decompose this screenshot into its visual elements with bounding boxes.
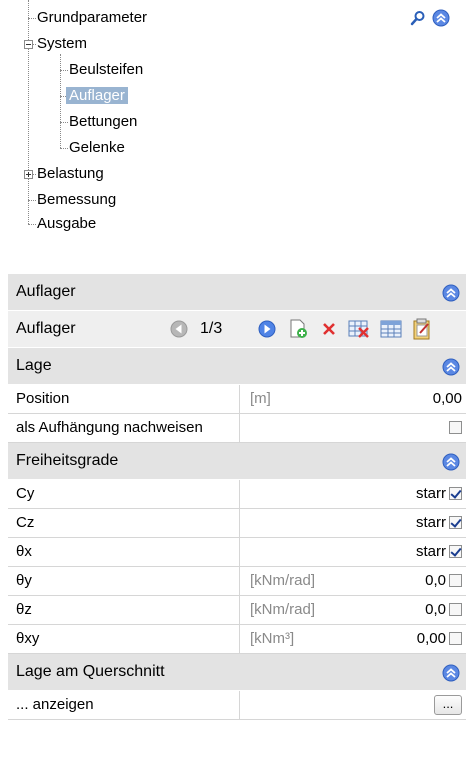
value-text: starr (416, 543, 446, 560)
tree-item-label: Bettungen (69, 113, 138, 130)
aufhaengung-checkbox[interactable] (449, 420, 462, 434)
property-row-position[interactable]: Position [m] 0,00 (8, 385, 466, 414)
navigator-label: Auflager (16, 320, 76, 337)
property-value[interactable]: 0,00 (417, 625, 462, 653)
tree-item-auflager[interactable]: Auflager (66, 85, 128, 107)
property-value (446, 414, 462, 442)
add-record-icon[interactable] (288, 319, 308, 344)
panel-header: Auflager (8, 274, 466, 311)
theta-y-checkbox[interactable] (449, 573, 462, 587)
tree-toolbar (410, 9, 450, 31)
value-text: 0,0 (425, 601, 446, 618)
navigation-tree: Grundparameter System Beulsteifen Auflag… (0, 0, 466, 250)
property-value[interactable]: 0,00 (433, 385, 462, 413)
collapse-all-icon[interactable] (432, 9, 450, 31)
panel-title: Auflager (16, 283, 76, 300)
value-text: 0,00 (432, 390, 462, 407)
collapse-section-icon[interactable] (442, 358, 460, 381)
cy-checkbox[interactable] (449, 486, 462, 500)
tree-item-beulsteifen[interactable]: Beulsteifen (66, 59, 146, 81)
tree-item-label: Ausgabe (37, 215, 97, 232)
tree-item-label: Grundparameter (37, 9, 148, 26)
clipboard-icon[interactable] (412, 318, 432, 345)
value-text: 0,00 (416, 630, 446, 647)
property-row-theta-x[interactable]: θx starr (8, 538, 466, 567)
property-name: θxy (8, 625, 240, 653)
tree-item-belastung[interactable]: Belastung (34, 163, 107, 185)
section-header-lage-am-querschnitt[interactable]: Lage am Querschnitt (8, 654, 466, 691)
record-counter: 1/3 (200, 320, 223, 337)
collapse-section-icon[interactable] (442, 664, 460, 687)
search-icon[interactable] (410, 10, 426, 30)
collapse-system-toggle[interactable] (24, 40, 33, 49)
tree-connector (28, 0, 29, 224)
cz-checkbox[interactable] (449, 515, 462, 529)
tree-item-label: Bemessung (37, 191, 117, 208)
value-text: starr (416, 514, 446, 531)
property-value[interactable]: starr (416, 480, 462, 508)
property-name: als Aufhängung nachweisen (8, 414, 240, 442)
property-value[interactable]: 0,0 (425, 596, 462, 624)
property-name: θx (8, 538, 240, 566)
section-title: Freiheitsgrade (16, 452, 119, 469)
property-row-theta-z[interactable]: θz [kNm/rad] 0,0 (8, 596, 466, 625)
property-value: ... (434, 691, 462, 719)
property-unit: [kNm/rad] (250, 601, 316, 618)
collapse-panel-icon[interactable] (442, 284, 460, 307)
value-text: 0,0 (425, 572, 446, 589)
property-value[interactable]: starr (416, 538, 462, 566)
table-view-icon[interactable] (380, 320, 402, 343)
tree-item-bettungen[interactable]: Bettungen (66, 111, 140, 133)
property-row-theta-xy[interactable]: θxy [kNm³] 0,00 (8, 625, 466, 654)
previous-record-icon[interactable] (170, 320, 188, 343)
section-title: Lage (16, 357, 52, 374)
property-grid: Auflager Auflager 1/3 Lage Position [m] … (8, 274, 466, 720)
expand-belastung-toggle[interactable] (24, 170, 33, 179)
delete-record-icon[interactable] (320, 320, 338, 343)
property-row-cy[interactable]: Cy starr (8, 480, 466, 509)
tree-item-grundparameter[interactable]: Grundparameter (34, 7, 150, 29)
property-name: ... anzeigen (8, 691, 240, 719)
delete-table-icon[interactable] (348, 319, 370, 344)
tree-item-label: Auflager (66, 87, 128, 104)
property-row-theta-y[interactable]: θy [kNm/rad] 0,0 (8, 567, 466, 596)
tree-item-ausgabe[interactable]: Ausgabe (34, 213, 99, 235)
property-name: Cy (8, 480, 240, 508)
section-header-lage[interactable]: Lage (8, 348, 466, 385)
property-name: θy (8, 567, 240, 595)
property-name: θz (8, 596, 240, 624)
tree-item-label: System (37, 35, 88, 52)
tree-connector (60, 54, 61, 148)
tree-item-label: Beulsteifen (69, 61, 144, 78)
record-navigator: Auflager 1/3 (8, 311, 466, 348)
property-value[interactable]: starr (416, 509, 462, 537)
value-text: starr (416, 485, 446, 502)
theta-z-checkbox[interactable] (449, 602, 462, 616)
property-row-anzeigen[interactable]: ... anzeigen ... (8, 691, 466, 720)
theta-xy-checkbox[interactable] (449, 631, 462, 645)
property-row-aufhaengung[interactable]: als Aufhängung nachweisen (8, 414, 466, 443)
property-name: Position (8, 385, 240, 413)
property-row-cz[interactable]: Cz starr (8, 509, 466, 538)
property-unit: [kNm/rad] (250, 572, 316, 589)
tree-item-gelenke[interactable]: Gelenke (66, 137, 128, 159)
section-header-freiheitsgrade[interactable]: Freiheitsgrade (8, 443, 466, 480)
tree-item-label: Gelenke (69, 139, 125, 156)
property-name: Cz (8, 509, 240, 537)
property-value[interactable]: 0,0 (425, 567, 462, 595)
property-unit: [m] (250, 390, 271, 407)
tree-item-label: Belastung (37, 165, 104, 182)
next-record-icon[interactable] (258, 320, 276, 343)
property-unit: [kNm³] (250, 630, 295, 647)
tree-item-bemessung[interactable]: Bemessung (34, 189, 119, 211)
theta-x-checkbox[interactable] (449, 544, 462, 558)
collapse-section-icon[interactable] (442, 453, 460, 476)
show-cross-section-button[interactable]: ... (434, 695, 462, 716)
section-title: Lage am Querschnitt (16, 663, 165, 680)
tree-item-system[interactable]: System (34, 33, 90, 55)
